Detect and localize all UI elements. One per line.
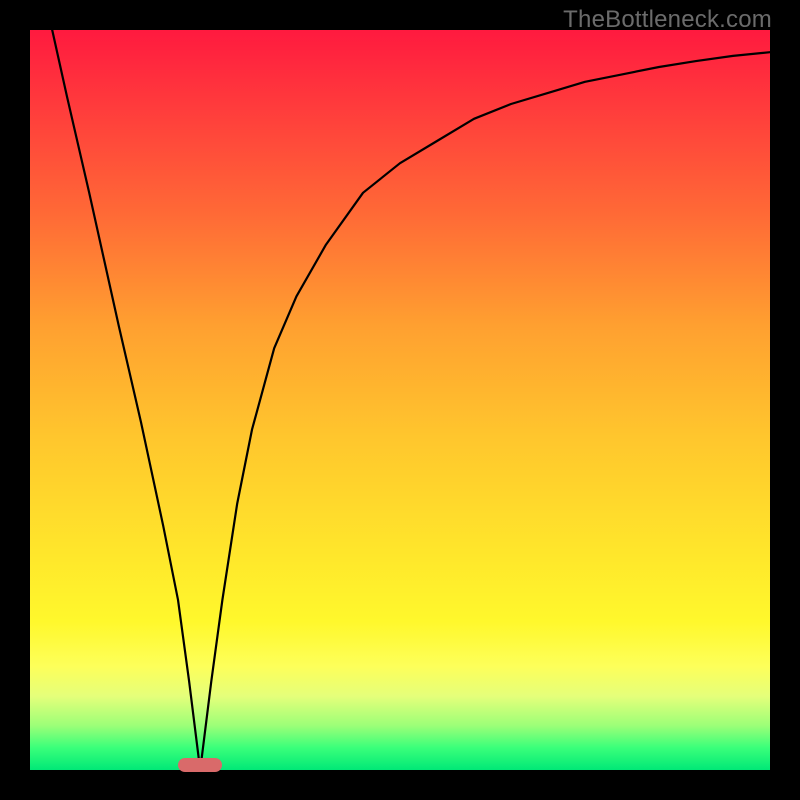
bottleneck-curve — [52, 30, 770, 770]
chart-frame: TheBottleneck.com — [0, 0, 800, 800]
curve-svg — [30, 30, 770, 770]
optimal-marker — [178, 758, 222, 772]
plot-area — [30, 30, 770, 770]
